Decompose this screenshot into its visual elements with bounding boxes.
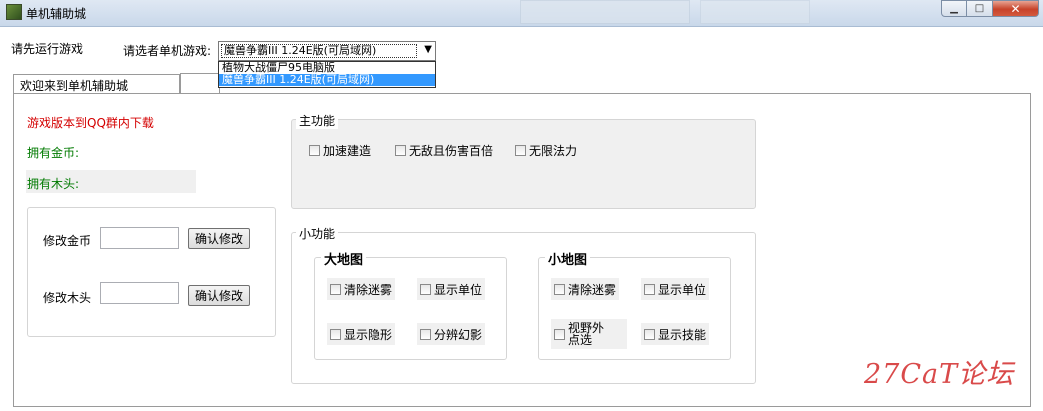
checkbox-label: 分辨幻影: [434, 327, 483, 342]
window-controls: ▁ □ ✕: [941, 0, 1039, 18]
checkbox-label: 无限法力: [529, 143, 578, 158]
tab-secondary[interactable]: [180, 73, 220, 94]
confirm-gold-button[interactable]: 确认修改: [188, 228, 250, 249]
small-map-out-of-sight-select-checkbox[interactable]: 视野外点选: [551, 319, 627, 349]
checkbox-label: 加速建造: [323, 143, 372, 158]
run-game-first-label: 请先运行游戏: [6, 33, 108, 63]
big-map-clear-fog-checkbox[interactable]: 清除迷雾: [327, 278, 396, 300]
speed-build-checkbox[interactable]: 加速建造: [306, 139, 374, 161]
close-icon: ✕: [1010, 1, 1021, 16]
infinite-mana-checkbox[interactable]: 无限法力: [512, 139, 580, 161]
big-map-title: 大地图: [321, 249, 367, 268]
select-game-label: 请选者单机游戏:: [123, 44, 212, 58]
background-window-ghost: [700, 0, 810, 24]
checkbox-label: 显示单位: [658, 282, 707, 297]
checkbox-box[interactable]: [644, 283, 655, 295]
wood-owned-field: 拥有木头:: [26, 170, 196, 193]
invincible-checkbox[interactable]: 无敌且伤害百倍: [392, 139, 496, 161]
small-map-group: 小地图 清除迷雾 显示单位 视野外点选 显示技能: [538, 249, 731, 360]
maximize-icon: □: [974, 3, 985, 14]
checkbox-label: 显示隐形: [344, 327, 393, 342]
checkbox-box[interactable]: [515, 144, 526, 156]
small-map-clear-fog-checkbox[interactable]: 清除迷雾: [551, 278, 620, 300]
minimize-icon: ▁: [950, 3, 958, 14]
big-map-show-invisible-checkbox[interactable]: 显示隐形: [327, 323, 396, 345]
confirm-wood-button[interactable]: 确认修改: [188, 285, 250, 306]
small-features-group: 小功能 大地图 清除迷雾 显示单位 显示隐形 分辨幻影 小地图 清除迷雾 显示单…: [291, 225, 756, 384]
chevron-down-icon[interactable]: ▼: [424, 44, 432, 55]
checkbox-label: 无敌且伤害百倍: [409, 143, 494, 158]
gold-owned-label: 拥有金币:: [27, 146, 80, 160]
checkbox-label: 显示单位: [434, 282, 483, 297]
checkbox-label: 清除迷雾: [568, 282, 617, 297]
checkbox-box[interactable]: [554, 283, 565, 295]
main-features-title: 主功能: [296, 112, 339, 129]
game-dropdown-list: 植物大战僵尸95电脑版 魔兽争霸III 1.24E版(可局域网): [218, 61, 436, 88]
checkbox-box[interactable]: [644, 328, 655, 340]
window-title: 单机辅助城: [26, 7, 87, 21]
checkbox-box[interactable]: [330, 328, 341, 340]
checkbox-label: 显示技能: [658, 327, 707, 342]
modify-wood-label: 修改木头: [43, 291, 92, 305]
app-icon: [6, 4, 22, 20]
tab-welcome[interactable]: 欢迎来到单机辅助城: [13, 74, 180, 94]
wood-input[interactable]: [100, 282, 179, 304]
game-select[interactable]: 魔兽争霸III 1.24E版(可局域网) ▼: [218, 41, 436, 61]
checkbox-box[interactable]: [395, 144, 406, 156]
game-select-value: 魔兽争霸III 1.24E版(可局域网): [221, 44, 417, 58]
modify-gold-label: 修改金币: [43, 234, 92, 248]
small-map-show-skills-checkbox[interactable]: 显示技能: [641, 323, 710, 345]
maximize-button[interactable]: □: [967, 0, 993, 17]
modify-resources-group: 修改金币 确认修改 修改木头 确认修改: [27, 207, 276, 337]
checkbox-box[interactable]: [420, 283, 431, 295]
minimize-button[interactable]: ▁: [941, 0, 967, 17]
checkbox-box[interactable]: [420, 328, 431, 340]
small-map-title: 小地图: [545, 249, 591, 268]
checkbox-label: 视野外点选: [568, 321, 605, 347]
big-map-group: 大地图 清除迷雾 显示单位 显示隐形 分辨幻影: [314, 249, 507, 360]
close-button[interactable]: ✕: [993, 0, 1039, 17]
big-map-detect-illusion-checkbox[interactable]: 分辨幻影: [417, 323, 486, 345]
watermark: 27CaT论坛: [864, 359, 1015, 390]
checkbox-box[interactable]: [554, 328, 565, 340]
main-features-group: 主功能 加速建造 无敌且伤害百倍 无限法力: [291, 112, 756, 209]
wood-owned-label: 拥有木头:: [27, 177, 80, 191]
big-map-show-units-checkbox[interactable]: 显示单位: [417, 278, 486, 300]
gold-input[interactable]: [100, 227, 179, 249]
game-option-warcraft[interactable]: 魔兽争霸III 1.24E版(可局域网): [219, 74, 435, 86]
download-note: 游戏版本到QQ群内下载: [27, 116, 154, 130]
checkbox-box[interactable]: [309, 144, 320, 156]
title-bar: 单机辅助城 ▁ □ ✕: [0, 0, 1043, 27]
checkbox-label: 清除迷雾: [344, 282, 393, 297]
checkbox-box[interactable]: [330, 283, 341, 295]
small-map-show-units-checkbox[interactable]: 显示单位: [641, 278, 710, 300]
game-option-pvz[interactable]: 植物大战僵尸95电脑版: [219, 62, 435, 74]
background-window-ghost: [520, 0, 690, 24]
small-features-title: 小功能: [296, 225, 339, 242]
